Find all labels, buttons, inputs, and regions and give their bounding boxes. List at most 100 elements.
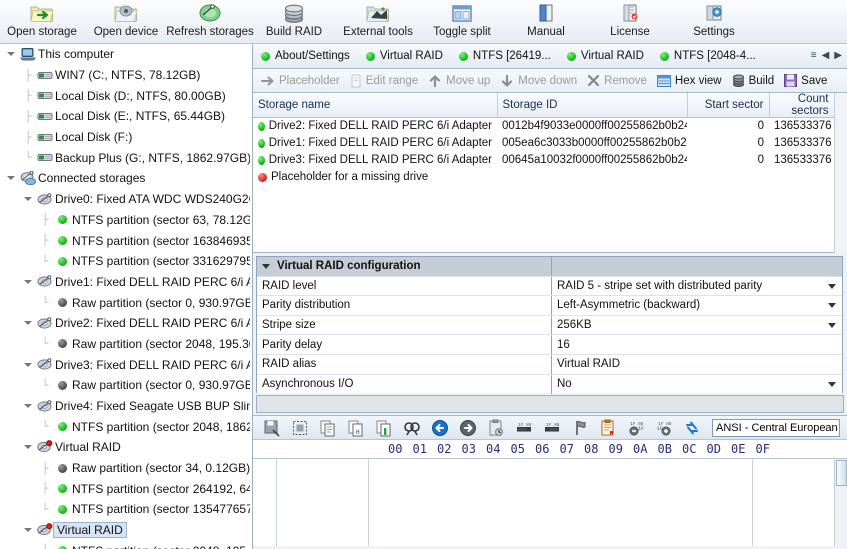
expand-triangle-icon[interactable]: [21, 404, 35, 409]
tree-item-virtual-raid[interactable]: Virtual RAID: [0, 520, 252, 541]
table-row[interactable]: Drive1: Fixed DELL RAID PERC 6/i Adapter…: [253, 135, 847, 152]
config-row-raid-alias[interactable]: RAID alias Virtual RAID: [257, 354, 842, 375]
config-header-row[interactable]: Virtual RAID configuration: [257, 257, 842, 277]
set-end-icon[interactable]: 1F 88: [538, 416, 566, 439]
offset-minus-icon[interactable]: 1F 88 1F: [622, 416, 650, 439]
expand-triangle-icon[interactable]: [21, 279, 35, 284]
clipboard-red-icon[interactable]: [594, 416, 622, 439]
toolbar-button-open-device[interactable]: Open device: [84, 0, 168, 43]
action-build[interactable]: Build: [728, 74, 781, 87]
hex-body[interactable]: [253, 458, 847, 546]
config-row-stripe-size[interactable]: Stripe size 256KB: [257, 315, 842, 336]
tab-next-icon[interactable]: ▶: [834, 51, 842, 61]
tree-item-local-disk-f[interactable]: ├ Local Disk (F:): [0, 127, 252, 148]
raid-action-bar[interactable]: Placeholder Edit range Move up Move down Rem…: [253, 69, 847, 93]
tab-list-icon[interactable]: ≡: [811, 51, 817, 61]
table-vertical-scrollbar[interactable]: [834, 93, 847, 253]
tree-item-ntfs-partition-sector-63-78-12gb[interactable]: ├ NTFS partition (sector 63, 78.12GB): [0, 210, 252, 231]
config-row-parity-delay[interactable]: Parity delay 16: [257, 335, 842, 355]
action-save[interactable]: Save: [780, 74, 833, 87]
tree-item-raw-partition-sector-2048-195-30gb[interactable]: └ Raw partition (sector 2048, 195.30GB): [0, 334, 252, 355]
tab-about-settings[interactable]: About/Settings: [253, 44, 358, 68]
tree-item-backup-plus-g-ntfs-1862-97gb[interactable]: └ Backup Plus (G:, NTFS, 1862.97GB): [0, 147, 252, 168]
toolbar-button-external-tools[interactable]: External tools: [336, 0, 420, 43]
storage-tree-sidebar[interactable]: This computer ├ WIN7 (C:, NTFS, 78.12GB) ├ L…: [0, 44, 253, 549]
hex-bytes-column[interactable]: [369, 459, 752, 546]
chevron-down-icon[interactable]: [828, 303, 836, 309]
tree-item-raw-partition-sector-34-0-12gb[interactable]: ├ Raw partition (sector 34, 0.12GB): [0, 458, 252, 479]
expand-triangle-icon[interactable]: [21, 197, 35, 202]
tree-item-drive1-fixed-dell-raid-perc-6-i-adapt[interactable]: Drive1: Fixed DELL RAID PERC 6/i Adapt: [0, 272, 252, 293]
expand-triangle-icon[interactable]: [21, 321, 35, 326]
collapse-triangle-icon[interactable]: [262, 263, 270, 269]
tree-item-connected-storages[interactable]: Connected storages: [0, 168, 252, 189]
tree-item-drive2-fixed-dell-raid-perc-6-i-adapt[interactable]: Drive2: Fixed DELL RAID PERC 6/i Adapt: [0, 313, 252, 334]
toolbar-button-toggle-split[interactable]: Toggle split: [420, 0, 504, 43]
refresh-hex-icon[interactable]: [678, 416, 706, 439]
goto-offset-icon[interactable]: [482, 416, 510, 439]
tree-item-this-computer[interactable]: This computer: [0, 44, 252, 65]
tab-prev-icon[interactable]: ◀: [822, 51, 830, 61]
tree-item-drive0-fixed-ata-wdc-wds240g2g0a[interactable]: Drive0: Fixed ATA WDC WDS240G2G0A-: [0, 189, 252, 210]
expand-triangle-icon[interactable]: [21, 362, 35, 367]
action-hex-view[interactable]: Hex view: [653, 74, 728, 87]
tree-item-win7-c-ntfs-78-12gb[interactable]: ├ WIN7 (C:, NTFS, 78.12GB): [0, 65, 252, 86]
toolbar-button-refresh-storages[interactable]: Refresh storages: [166, 0, 254, 43]
column-header-start-sector[interactable]: Start sector: [687, 93, 770, 118]
offset-plus-icon[interactable]: 1F 88 1F: [650, 416, 678, 439]
copy-icon[interactable]: [314, 416, 342, 439]
tree-item-ntfs-partition-sector-264192-645-86[interactable]: ├ NTFS partition (sector 264192, 645.86: [0, 478, 252, 499]
expand-triangle-icon[interactable]: [4, 176, 18, 181]
tree-item-ntfs-partition-sector-2048-1862-97g[interactable]: └ NTFS partition (sector 2048, 1862.97G: [0, 416, 252, 437]
save-selection-icon[interactable]: [258, 416, 286, 439]
tab-virtual-raid[interactable]: Virtual RAID: [559, 44, 652, 68]
toolbar-button-open-storage[interactable]: Open storage: [0, 0, 84, 43]
expand-triangle-icon[interactable]: [4, 52, 18, 57]
toolbar-button-build-raid[interactable]: Build RAID: [252, 0, 336, 43]
tree-item-ntfs-partition-sector-163846935-80-0[interactable]: ├ NTFS partition (sector 163846935, 80.0: [0, 230, 252, 251]
table-row[interactable]: Drive3: Fixed DELL RAID PERC 6/i Adapter…: [253, 152, 847, 169]
tree-item-drive3-fixed-dell-raid-perc-6-i-adapt[interactable]: Drive3: Fixed DELL RAID PERC 6/i Adapt: [0, 354, 252, 375]
tree-item-raw-partition-sector-0-930-97gb[interactable]: └ Raw partition (sector 0, 930.97GB): [0, 375, 252, 396]
config-row-raid-level[interactable]: RAID level RAID 5 - stripe set with dist…: [257, 276, 842, 297]
tree-item-ntfs-partition-sector-331629795-65-4[interactable]: └ NTFS partition (sector 331629795, 65.4: [0, 251, 252, 272]
copy-hex-icon[interactable]: H: [342, 416, 370, 439]
column-header-storage-id[interactable]: Storage ID: [497, 93, 688, 118]
hex-ascii-column[interactable]: [752, 459, 834, 546]
find-icon[interactable]: [398, 416, 426, 439]
set-start-icon[interactable]: 1F 88: [510, 416, 538, 439]
config-value[interactable]: RAID 5 - stripe set with distributed par…: [552, 277, 842, 296]
config-row-parity-distribution[interactable]: Parity distribution Left-Asymmetric (bac…: [257, 296, 842, 316]
column-header-count-sectors[interactable]: Count sectors: [769, 93, 835, 118]
storage-table[interactable]: Storage name Storage ID Start sector Count …: [253, 93, 847, 186]
expand-triangle-icon[interactable]: [21, 445, 35, 450]
tree-item-drive4-fixed-seagate-usb-bup-slim[interactable]: Drive4: Fixed Seagate USB BUP Slim: [0, 396, 252, 417]
table-row[interactable]: Placeholder for a missing drive: [253, 169, 847, 186]
config-row-asynchronous-i-o[interactable]: Asynchronous I/O No: [257, 374, 842, 395]
tree-item-virtual-raid[interactable]: Virtual RAID: [0, 437, 252, 458]
bookmark-icon[interactable]: [566, 416, 594, 439]
hex-toolbar[interactable]: H 1F 88 1F 88 1F 88 1F 1F 88 1F ANSI - Central …: [253, 415, 847, 440]
table-row[interactable]: Drive2: Fixed DELL RAID PERC 6/i Adapter…: [253, 118, 847, 135]
tab-ntfs-26419[interactable]: NTFS [26419...: [451, 44, 559, 68]
tree-item-ntfs-partition-sector-2048-195-30gb[interactable]: └NTFS partition (sector 2048, 195.30GB: [0, 541, 252, 549]
hex-vertical-scrollbar[interactable]: [834, 459, 847, 546]
tree-item-raw-partition-sector-0-930-97gb[interactable]: └ Raw partition (sector 0, 930.97GB): [0, 292, 252, 313]
config-value[interactable]: 256KB: [552, 316, 842, 335]
tree-item-local-disk-d-ntfs-80-00gb[interactable]: ├ Local Disk (D:, NTFS, 80.00GB): [0, 85, 252, 106]
tab-bar[interactable]: About/Settings Virtual RAID NTFS [26419...…: [253, 44, 847, 69]
toolbar-button-manual[interactable]: Manual: [504, 0, 588, 43]
go-forward-icon[interactable]: [454, 416, 482, 439]
tab-nav-controls[interactable]: ≡ ◀ ▶: [811, 44, 845, 68]
encoding-select[interactable]: ANSI - Central European: [712, 418, 840, 437]
column-header-storage-name[interactable]: Storage name: [253, 93, 498, 118]
paste-icon[interactable]: [370, 416, 398, 439]
select-block-icon[interactable]: [286, 416, 314, 439]
config-value[interactable]: No: [552, 375, 842, 395]
toolbar-button-settings[interactable]: Settings: [672, 0, 756, 43]
hex-scrollbar-thumb[interactable]: [836, 460, 847, 486]
chevron-down-icon[interactable]: [828, 283, 836, 289]
table-body[interactable]: Drive2: Fixed DELL RAID PERC 6/i Adapter…: [253, 118, 847, 186]
chevron-down-icon[interactable]: [828, 323, 836, 329]
chevron-down-icon[interactable]: [828, 382, 836, 388]
